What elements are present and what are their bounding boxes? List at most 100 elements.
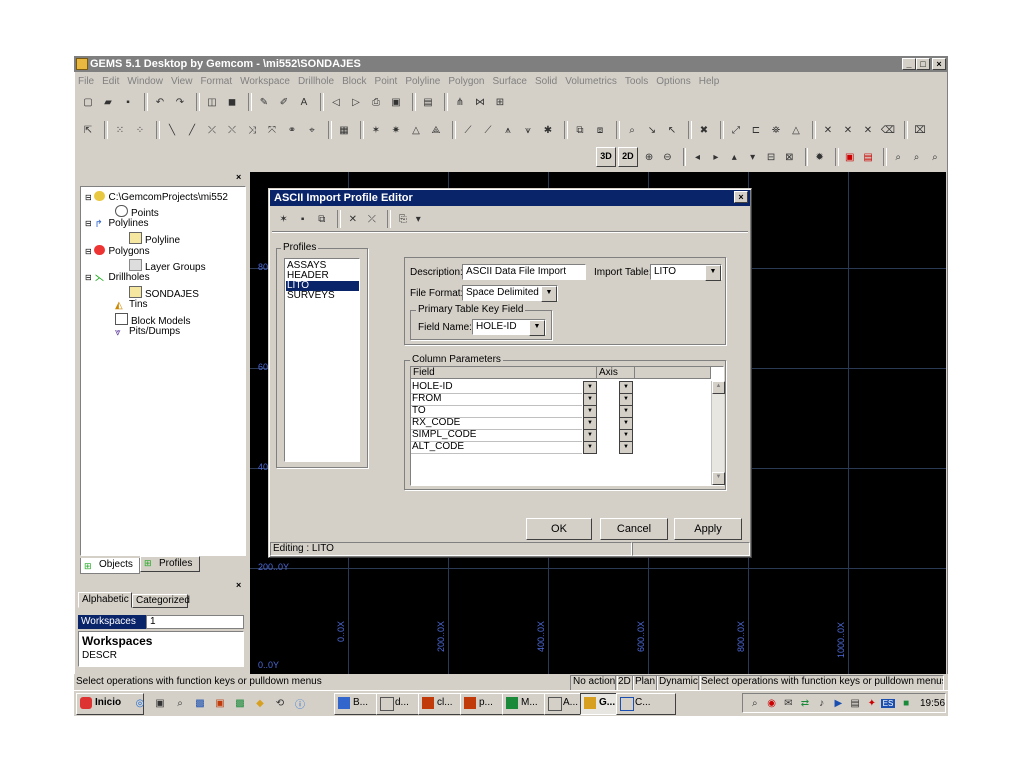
- tree-item-drillholes[interactable]: ⊟ ⋋ Drillholes: [85, 272, 150, 284]
- chevron-down-icon[interactable]: ▼: [541, 286, 557, 302]
- menu-file[interactable]: File: [78, 76, 94, 87]
- tray-media-icon[interactable]: ▶: [831, 695, 847, 711]
- text-style-icon[interactable]: A: [296, 94, 312, 110]
- paint-icon[interactable]: ✎: [256, 94, 272, 110]
- select-icon[interactable]: ⇱: [80, 122, 96, 138]
- cancel-button[interactable]: Cancel: [600, 518, 668, 540]
- menu-block[interactable]: Block: [342, 76, 366, 87]
- prop-row-value[interactable]: 1: [146, 615, 244, 629]
- prop-row-label[interactable]: Workspaces: [78, 615, 146, 629]
- delete-profile-icon[interactable]: ✕: [345, 211, 360, 227]
- view-3d-button[interactable]: 3D: [596, 147, 616, 167]
- chevron-down-icon[interactable]: ▼: [619, 441, 633, 454]
- desktop-icon[interactable]: ▣: [152, 695, 168, 711]
- previous-icon[interactable]: ◁: [328, 94, 344, 110]
- undo-icon[interactable]: ↶: [152, 94, 168, 110]
- pan-down-icon[interactable]: ▾: [745, 149, 759, 165]
- trace-icon[interactable]: ⋈: [472, 94, 488, 110]
- pan-right-icon[interactable]: ▸: [709, 149, 723, 165]
- pan-left-icon[interactable]: ◂: [690, 149, 704, 165]
- profile-item-surveys[interactable]: SURVEYS: [287, 291, 335, 301]
- delete-icon[interactable]: ✖: [696, 122, 712, 138]
- pan-up-icon[interactable]: ▴: [727, 149, 741, 165]
- redraw-icon[interactable]: ▣: [843, 149, 857, 165]
- copy-dropdown-icon[interactable]: ▾: [414, 211, 422, 227]
- tree-item-polygons[interactable]: ⊟ Polygons: [85, 245, 150, 258]
- points-add-icon[interactable]: ⁘: [132, 122, 148, 138]
- tray-device-icon[interactable]: ▤: [847, 695, 863, 711]
- task-button[interactable]: C...: [616, 693, 676, 715]
- tree-root[interactable]: ⊟ C:\GemcomProjects\mi552: [85, 191, 228, 204]
- maximize-button[interactable]: □: [916, 58, 930, 70]
- menu-edit[interactable]: Edit: [102, 76, 119, 87]
- line-extend-icon[interactable]: ⤧: [264, 122, 280, 138]
- measure-icon[interactable]: ⤢: [728, 122, 744, 138]
- zoom-out-icon[interactable]: ⊖: [660, 149, 674, 165]
- tray-mail-icon[interactable]: ✉: [780, 695, 796, 711]
- delete-all-icon[interactable]: ⤫: [364, 211, 379, 227]
- save-all-icon[interactable]: ⧉: [314, 211, 329, 227]
- section-icon[interactable]: ⊞: [492, 94, 508, 110]
- browser-icon[interactable]: ◎: [132, 695, 148, 711]
- tree-item-tins[interactable]: ◭ Tins: [115, 299, 148, 311]
- pit-icon[interactable]: △: [788, 122, 804, 138]
- view-plan-icon[interactable]: ⊟: [764, 149, 778, 165]
- tin-icon[interactable]: ⟋: [460, 122, 476, 138]
- field-row[interactable]: ALT_CODE: [411, 441, 582, 454]
- zoom-previous-icon[interactable]: ⌕: [909, 149, 923, 165]
- save-profile-icon[interactable]: ▪: [295, 211, 310, 227]
- copy-icon[interactable]: ⧉: [572, 122, 588, 138]
- tray-antivirus-icon[interactable]: ◉: [764, 695, 780, 711]
- tab-alphabetic[interactable]: Alphabetic: [78, 592, 132, 608]
- save-icon[interactable]: ▪: [120, 94, 136, 110]
- description-input[interactable]: ASCII Data File Import: [462, 264, 586, 280]
- menu-polygon[interactable]: Polygon: [448, 76, 484, 87]
- close-button[interactable]: ×: [932, 58, 946, 70]
- panel-close-icon[interactable]: ×: [236, 172, 241, 182]
- link-icon[interactable]: ⚭: [284, 122, 300, 138]
- menu-format[interactable]: Format: [200, 76, 232, 87]
- zoom-window-icon[interactable]: ⌕: [891, 149, 905, 165]
- mark-remove-icon[interactable]: ✕: [860, 122, 876, 138]
- explorer-icon[interactable]: ⌕: [172, 695, 188, 711]
- triangle-icon[interactable]: △: [408, 122, 424, 138]
- import-table-select[interactable]: LITO ▼: [650, 264, 722, 281]
- contour-icon[interactable]: ⩛: [520, 122, 536, 138]
- menu-workspace[interactable]: Workspace: [240, 76, 290, 87]
- menu-surface[interactable]: Surface: [493, 76, 527, 87]
- pick-icon[interactable]: ↘: [644, 122, 660, 138]
- block-icon[interactable]: ⛯: [768, 122, 784, 138]
- menu-volumetrics[interactable]: Volumetrics: [565, 76, 617, 87]
- tray-network-icon[interactable]: ⇄: [797, 695, 813, 711]
- menu-options[interactable]: Options: [656, 76, 690, 87]
- info-icon[interactable]: ⓘ: [292, 695, 308, 711]
- scroll-up-icon[interactable]: ▲: [712, 381, 725, 394]
- menu-drillhole[interactable]: Drillhole: [298, 76, 334, 87]
- tray-volume-icon[interactable]: ♪: [814, 695, 830, 711]
- file-format-select[interactable]: Space Delimited ▼: [462, 285, 558, 302]
- mark-icon[interactable]: ✕: [820, 122, 836, 138]
- chevron-down-icon[interactable]: ▼: [705, 265, 721, 281]
- dialog-close-button[interactable]: ×: [734, 191, 748, 203]
- rectangle-icon[interactable]: ⊏: [748, 122, 764, 138]
- fence-icon[interactable]: ⩚: [500, 122, 516, 138]
- line-join-icon[interactable]: ⤬: [224, 122, 240, 138]
- eraser-icon[interactable]: ⌧: [912, 122, 928, 138]
- layer-icon[interactable]: ◫: [204, 94, 220, 110]
- points-icon[interactable]: ⁙: [112, 122, 128, 138]
- fill-icon[interactable]: ◼: [224, 94, 240, 110]
- menu-point[interactable]: Point: [375, 76, 398, 87]
- node-icon[interactable]: ⌖: [304, 122, 320, 138]
- next-icon[interactable]: ▷: [348, 94, 364, 110]
- vertical-scrollbar[interactable]: ▲ ▼: [711, 381, 725, 485]
- tree-item-polylines[interactable]: ⊟ ↱ Polylines: [85, 218, 149, 230]
- col-header-field[interactable]: Field: [411, 367, 597, 379]
- tray-update-icon[interactable]: ✦: [864, 695, 880, 711]
- surface-icon[interactable]: ✱: [540, 122, 556, 138]
- line-edit-icon[interactable]: ╱: [184, 122, 200, 138]
- line-cut-icon[interactable]: ⤫: [204, 122, 220, 138]
- brush-icon[interactable]: ✐: [276, 94, 292, 110]
- table-icon[interactable]: ▤: [420, 94, 436, 110]
- line-icon[interactable]: ╲: [164, 122, 180, 138]
- star-icon[interactable]: ✶: [368, 122, 384, 138]
